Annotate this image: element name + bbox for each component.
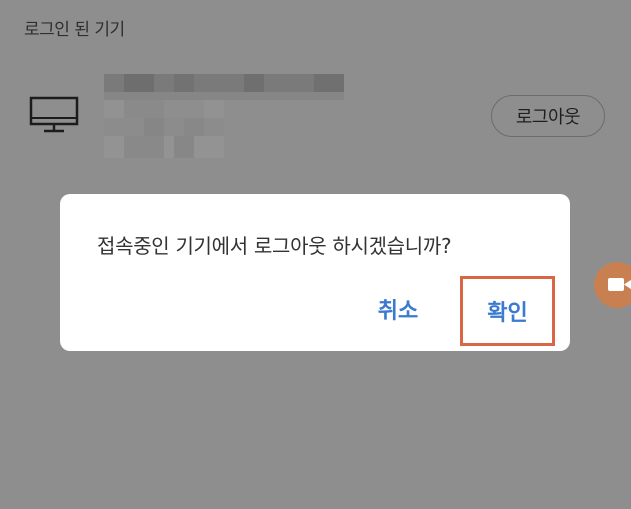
section-title: 로그인 된 기기 [24,20,125,40]
logout-button[interactable]: 로그아웃 [491,95,605,137]
confirm-button[interactable]: 확인 [460,276,555,346]
monitor-icon [29,96,79,133]
logout-confirm-dialog: 접속중인 기기에서 로그아웃 하시겠습니까? 취소 확인 [60,194,570,351]
floating-camera-button[interactable] [594,262,631,308]
cancel-button[interactable]: 취소 [358,290,438,328]
video-camera-icon [608,278,631,291]
dialog-message: 접속중인 기기에서 로그아웃 하시겠습니까? [97,234,452,258]
device-item: 로그아웃 [0,60,631,190]
device-info-mosaic [104,74,344,184]
